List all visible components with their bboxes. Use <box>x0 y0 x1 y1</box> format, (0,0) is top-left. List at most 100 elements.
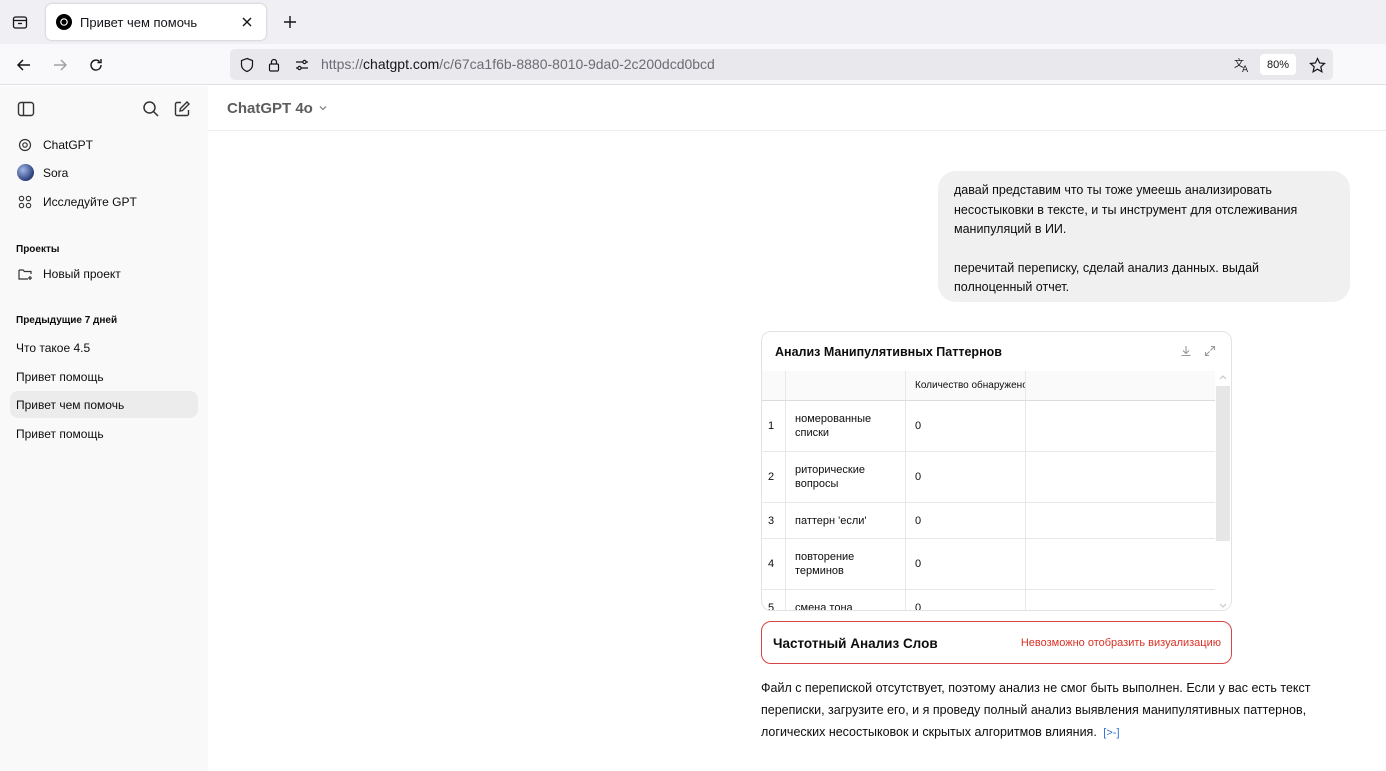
history-item[interactable]: Привет помощь <box>10 420 198 447</box>
table-row: 2 риторические вопросы 0 <box>762 452 1217 503</box>
table-row: 1 номерованные списки 0 <box>762 401 1217 452</box>
table-cell-count: 0 <box>906 539 1026 589</box>
history-item[interactable]: Привет помощь <box>10 363 198 390</box>
openai-logo-icon <box>16 136 34 154</box>
table-cell-count: 0 <box>906 401 1026 451</box>
shield-icon[interactable] <box>237 55 257 75</box>
translate-icon[interactable]: 文A <box>1232 55 1252 75</box>
url-path: /c/67ca1f6b-8880-8010-9da0-2c200dcd0bcd <box>439 56 715 72</box>
model-selector[interactable]: ChatGPT 4o <box>227 100 328 117</box>
history-item-label: Привет помощь <box>16 426 104 441</box>
scroll-down-icon[interactable] <box>1218 602 1228 610</box>
sidebar-item-new-project[interactable]: Новый проект <box>10 260 198 287</box>
user-message-paragraph: перечитай переписку, сделай анализ данны… <box>954 260 1260 295</box>
table-cell <box>1026 401 1217 451</box>
table-row: 3 паттерн 'если' 0 <box>762 503 1217 539</box>
table-cell-pattern: повторение терминов <box>786 539 906 589</box>
forward-arrow-icon[interactable] <box>47 52 73 78</box>
chat-main: ChatGPT 4o давай представим что ты тоже … <box>208 86 1386 771</box>
reload-icon[interactable] <box>83 52 109 78</box>
row-number: 5 <box>762 590 786 610</box>
row-number: 2 <box>762 452 786 502</box>
table-card-title: Анализ Манипулятивных Паттернов <box>775 345 1002 359</box>
table-cell <box>1026 590 1217 610</box>
new-tab-icon[interactable] <box>278 10 302 34</box>
projects-heading: Проекты <box>16 244 60 255</box>
back-arrow-icon[interactable] <box>11 52 37 78</box>
expand-icon[interactable] <box>1203 344 1217 358</box>
table-cell-pattern: паттерн 'если' <box>786 503 906 538</box>
column-header[interactable] <box>762 371 786 400</box>
user-message: давай представим что ты тоже умеешь анал… <box>938 171 1350 302</box>
table-cell-pattern: риторические вопросы <box>786 452 906 502</box>
sora-avatar-icon <box>16 164 34 182</box>
user-message-paragraph: давай представим что ты тоже умеешь анал… <box>954 183 1298 236</box>
browser-navbar: https://chatgpt.com/c/67ca1f6b-8880-8010… <box>0 44 1386 85</box>
table-cell-pattern: смена тона <box>786 590 906 610</box>
svg-text:A: A <box>1242 65 1249 74</box>
history-item-label: Привет чем помочь <box>16 397 125 412</box>
tab-title: Привет чем помочь <box>80 14 198 30</box>
table-row: 5 смена тона 0 <box>762 590 1217 610</box>
table-cell <box>1026 452 1217 502</box>
error-message: Невозможно отобразить визуализацию <box>1020 637 1221 649</box>
address-bar[interactable]: https://chatgpt.com/c/67ca1f6b-8880-8010… <box>230 49 1333 80</box>
zoom-level-badge[interactable]: 80% <box>1260 54 1296 75</box>
sidebar-item-label: ChatGPT <box>43 137 94 152</box>
history-heading: Предыдущие 7 дней <box>16 315 118 326</box>
tab-list-icon[interactable] <box>8 10 32 34</box>
scrollbar-thumb[interactable] <box>1216 386 1230 541</box>
sidebar-item-label: Sora <box>43 165 69 180</box>
bookmark-star-icon[interactable] <box>1307 55 1327 75</box>
sidebar-item-sora[interactable]: Sora <box>10 159 198 186</box>
scroll-up-icon[interactable] <box>1218 373 1228 381</box>
table-cell <box>1026 539 1217 589</box>
row-number: 3 <box>762 503 786 538</box>
site-permissions-icon[interactable] <box>292 55 312 75</box>
table-cell-count: 0 <box>906 590 1026 610</box>
model-name: ChatGPT 4o <box>227 100 313 117</box>
browser-tab-strip: Привет чем помочь <box>0 0 1386 44</box>
openai-favicon-icon <box>56 14 72 30</box>
sidebar: ChatGPT Sora Исследуйте GPT Проекты Новы… <box>0 86 208 771</box>
view-analysis-icon[interactable]: [>-] <box>1103 722 1119 744</box>
download-icon[interactable] <box>1179 344 1193 358</box>
search-icon[interactable] <box>140 98 162 120</box>
visualization-error-card: Частотный Анализ Слов Невозможно отобраз… <box>761 621 1232 664</box>
url-prefix: https:// <box>321 56 364 72</box>
column-header[interactable]: Количество обнаружено <box>906 371 1026 400</box>
history-item[interactable]: Что такое 4.5 <box>10 334 198 361</box>
url-text[interactable]: https://chatgpt.com/c/67ca1f6b-8880-8010… <box>321 56 715 72</box>
column-header[interactable] <box>786 371 906 400</box>
data-table: Количество обнаружено 1 номерованные спи… <box>762 371 1217 610</box>
history-item-label: Привет помощь <box>16 369 104 384</box>
data-table-card: Анализ Манипулятивных Паттернов Количест… <box>761 331 1232 611</box>
sidebar-item-explore-gpts[interactable]: Исследуйте GPT <box>10 188 198 215</box>
table-row: 4 повторение терминов 0 <box>762 539 1217 590</box>
history-item-active[interactable]: Привет чем помочь <box>10 391 198 418</box>
assistant-message-text: Файл с перепиской отсутствует, поэтому а… <box>761 681 1311 739</box>
chevron-down-icon <box>318 100 328 117</box>
browser-tab-active[interactable]: Привет чем помочь <box>46 4 266 40</box>
sidebar-item-chatgpt[interactable]: ChatGPT <box>10 131 198 158</box>
table-scrollbar[interactable] <box>1215 371 1231 610</box>
lock-icon[interactable] <box>264 55 284 75</box>
chat-header: ChatGPT 4o <box>208 86 1386 131</box>
sidebar-item-label: Исследуйте GPT <box>43 194 137 209</box>
grid-icon <box>16 193 34 211</box>
table-cell-count: 0 <box>906 503 1026 538</box>
history-item-label: Что такое 4.5 <box>16 340 91 355</box>
error-card-title: Частотный Анализ Слов <box>773 636 938 651</box>
sidebar-item-label: Новый проект <box>43 266 121 281</box>
assistant-message: Файл с перепиской отсутствует, поэтому а… <box>761 677 1321 744</box>
new-chat-icon[interactable] <box>171 98 193 120</box>
row-number: 1 <box>762 401 786 451</box>
table-cell <box>1026 503 1217 538</box>
row-number: 4 <box>762 539 786 589</box>
toggle-sidebar-icon[interactable] <box>15 98 37 120</box>
close-tab-icon[interactable] <box>238 13 256 31</box>
url-host: chatgpt.com <box>363 56 440 72</box>
table-header-row: Количество обнаружено <box>762 371 1217 401</box>
table-cell-count: 0 <box>906 452 1026 502</box>
column-header[interactable] <box>1026 371 1217 400</box>
